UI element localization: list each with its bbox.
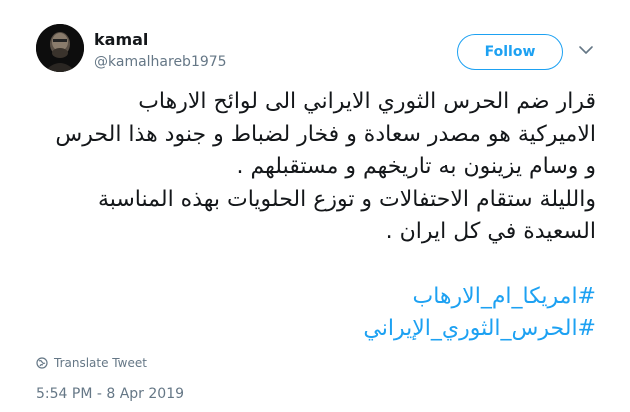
- user-name[interactable]: kamal: [94, 30, 148, 49]
- hashtag-link[interactable]: #امريكا_ام_الارهاب: [36, 281, 596, 314]
- translate-tweet-link[interactable]: Translate Tweet: [36, 356, 147, 370]
- tweet-line: والليلة ستقام الاحتفالات و توزع الحلويات…: [97, 186, 596, 212]
- tweet-timestamp[interactable]: 5:54 PM - 8 Apr 2019: [36, 386, 184, 402]
- user-handle[interactable]: @kamalhareb1975: [94, 54, 227, 70]
- tweet-line: و وسام يزينون به تاريخهم و مستقبلهم .: [236, 154, 596, 179]
- globe-icon: [36, 357, 48, 369]
- hashtag-link[interactable]: #الحرس_الثوري_الإيراني: [36, 313, 596, 346]
- follow-button[interactable]: Follow: [457, 34, 563, 70]
- avatar-image: [36, 24, 84, 72]
- tweet-line: قرار ضم الحرس الثوري الايراني الى لوائح …: [138, 89, 596, 114]
- translate-label[interactable]: Translate Tweet: [54, 356, 147, 370]
- tweet-line: الاميركية هو مصدر سعادة و فخار لضباط و ج…: [55, 121, 596, 147]
- avatar[interactable]: [36, 24, 84, 72]
- tweet-text: قرار ضم الحرس الثوري الايراني الى لوائح …: [36, 86, 596, 346]
- tweet-line: السعيدة في كل ايران .: [385, 219, 596, 244]
- chevron-down-icon[interactable]: [578, 44, 594, 56]
